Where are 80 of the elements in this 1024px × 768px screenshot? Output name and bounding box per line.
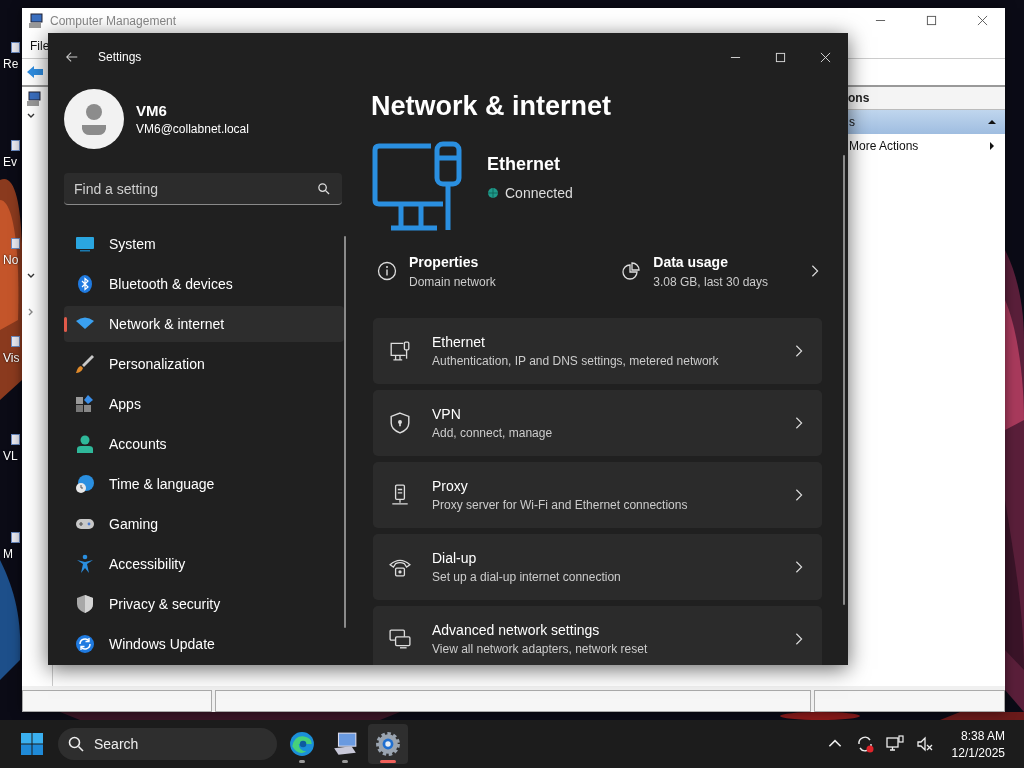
connection-name: Ethernet [487,153,561,175]
nav-item[interactable]: Accounts [64,426,344,462]
settings-card[interactable]: Advanced network settings View all network adapters, network reset [373,606,822,665]
pie-chart-icon [621,261,642,281]
windows-start-icon[interactable] [20,732,44,756]
server-icon [389,484,411,506]
settings-card[interactable]: Dial-up Set up a dial-up internet connection [373,534,822,600]
bluetooth-icon [75,274,95,294]
clock-date[interactable]: 12/1/2025 [951,745,1005,760]
clock-time[interactable]: 8:38 AM [960,728,1005,743]
search-icon[interactable] [317,182,330,195]
pane-header: ons [848,87,1005,110]
chevron-right-icon [794,416,804,430]
chevron-right-icon [794,560,804,574]
taskbar-search[interactable]: Search [58,728,277,760]
globe-icon [487,186,499,199]
person-icon [75,434,95,454]
chevron-right-icon [794,632,804,646]
chevron-right-icon [794,344,804,358]
menu-item[interactable]: File [30,38,50,53]
avatar-icon [64,89,124,149]
settings-card[interactable]: Ethernet Authentication, IP and DNS settings, metered network [373,318,822,384]
action-item[interactable]: s [848,110,1005,134]
summary-item: Properties Domain network [371,253,496,289]
computer-icon [26,91,42,107]
gear-icon [375,731,401,757]
brush-icon [75,354,95,374]
nav-item[interactable]: Accessibility [64,546,344,582]
apps-icon [75,394,95,414]
network-icon[interactable] [885,735,904,753]
monitor-icon [75,234,95,254]
search-icon [68,736,84,752]
back-arrow-icon[interactable] [26,65,44,79]
volume-muted-icon[interactable] [915,735,934,753]
nav-item[interactable]: Windows Update [64,626,344,662]
running-indicator [380,760,396,763]
shield-icon [389,412,411,434]
back-arrow-icon[interactable] [65,50,79,64]
chevron-right-icon [794,488,804,502]
sync-icon[interactable] [855,735,874,753]
nav-item[interactable]: Bluetooth & devices [64,266,344,302]
nav-item[interactable]: System [64,226,344,262]
info-icon [377,261,397,281]
selection-indicator [64,317,67,332]
accessibility-icon [75,554,95,574]
computer-icon [28,12,44,29]
monitor-icon [389,340,411,362]
nav-item[interactable]: Gaming [64,506,344,542]
user-email: VM6@collabnet.local [136,122,249,136]
computer-icon [332,731,358,757]
window-title: Computer Management [50,13,177,28]
page-title: Network & internet [371,91,613,122]
monitors-icon [389,628,411,650]
nav-item[interactable]: Time & language [64,466,344,502]
running-indicator [342,760,348,763]
window-title: Settings [98,50,142,64]
scrollbar[interactable] [843,155,845,605]
nav-item[interactable]: Personalization [64,346,344,382]
nav-item[interactable]: Network & internet [64,306,344,342]
globe-clock-icon [75,474,95,494]
summary-item[interactable]: Data usage 3.08 GB, last 30 days [615,253,830,289]
action-item[interactable]: More Actions [848,134,1005,158]
sync-icon [75,634,95,654]
nav-item[interactable]: Privacy & security [64,586,344,622]
scrollbar[interactable] [344,236,346,628]
settings-card[interactable]: Proxy Proxy server for Wi-Fi and Ethernet connections [373,462,822,528]
collapse-icon[interactable] [987,117,997,127]
nav-item[interactable]: Apps [64,386,344,422]
close-icon[interactable] [977,15,988,26]
user-name: VM6 [136,102,168,119]
shield-icon [75,594,95,614]
maximize-icon[interactable] [926,15,937,26]
browser-icon [289,731,315,757]
search-field[interactable]: Find a setting [64,173,342,205]
settings-card[interactable]: VPN Add, connect, manage [373,390,822,456]
connection-status: Connected [505,184,573,201]
submenu-arrow-icon [987,141,997,151]
running-indicator [299,760,305,763]
chevron-right-icon [810,264,820,278]
taskbar-app[interactable] [368,724,408,764]
